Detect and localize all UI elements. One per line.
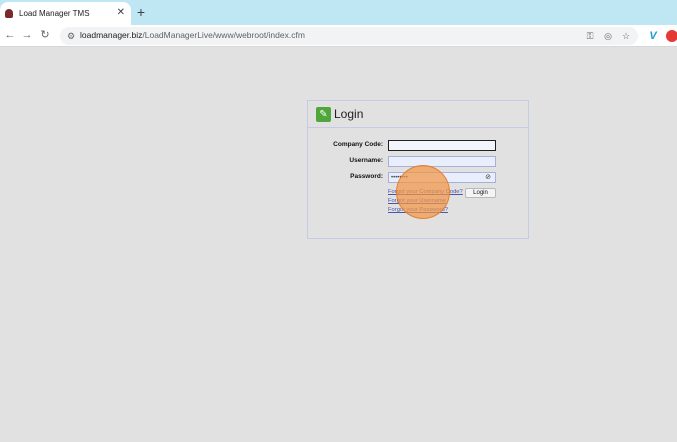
back-button[interactable]: ← bbox=[2, 27, 18, 43]
url-text[interactable]: loadmanager.biz/LoadManagerLive/www/webr… bbox=[80, 30, 305, 40]
login-header: ✎ Login bbox=[308, 101, 528, 128]
password-input[interactable] bbox=[388, 172, 496, 183]
red-extension-icon[interactable] bbox=[666, 30, 677, 42]
password-label: Password: bbox=[350, 173, 383, 180]
username-input[interactable] bbox=[388, 156, 496, 167]
company-code-input[interactable] bbox=[388, 140, 496, 151]
browser-toolbar: ← → ↻ ⚙ loadmanager.biz/LoadManagerLive/… bbox=[0, 25, 677, 47]
browser-tab-strip: Load Manager TMS ✕ + bbox=[0, 0, 677, 25]
site-favicon-icon bbox=[5, 9, 13, 18]
eye-off-icon[interactable]: ◎ bbox=[601, 29, 615, 43]
site-info-icon[interactable]: ⚙ bbox=[64, 29, 78, 43]
login-title: Login bbox=[334, 107, 364, 121]
password-visibility-toggle-icon[interactable]: ⊘ bbox=[483, 173, 493, 182]
url-domain: loadmanager.biz bbox=[80, 30, 143, 40]
vimeo-extension-icon[interactable]: V bbox=[646, 29, 660, 43]
address-bar[interactable]: ⚙ loadmanager.biz/LoadManagerLive/www/we… bbox=[60, 27, 638, 45]
password-key-icon[interactable]: ⚿ bbox=[583, 29, 597, 43]
forward-button[interactable]: → bbox=[19, 27, 35, 43]
login-button[interactable]: Login bbox=[465, 188, 496, 198]
username-label: Username: bbox=[349, 157, 383, 164]
forgot-username-link[interactable]: Forgot your Username bbox=[388, 198, 446, 204]
tab-close-icon[interactable]: ✕ bbox=[117, 7, 125, 19]
tab-load-manager[interactable]: Load Manager TMS ✕ bbox=[0, 2, 131, 25]
bookmark-star-icon[interactable]: ☆ bbox=[619, 29, 633, 43]
company-code-label: Company Code: bbox=[333, 141, 383, 148]
login-logo-icon: ✎ bbox=[316, 107, 331, 122]
reload-button[interactable]: ↻ bbox=[37, 27, 53, 43]
forgot-password-link[interactable]: Forgot your Password? bbox=[388, 207, 448, 213]
login-panel: ✎ Login Company Code: Username: Password… bbox=[307, 100, 529, 239]
page-content: ✎ Login Company Code: Username: Password… bbox=[0, 48, 677, 442]
new-tab-button[interactable]: + bbox=[134, 4, 148, 20]
url-path: /LoadManagerLive/www/webroot/index.cfm bbox=[142, 30, 305, 40]
tab-title: Load Manager TMS bbox=[19, 9, 90, 18]
forgot-company-code-link[interactable]: Forgot your Company Code? bbox=[388, 189, 463, 195]
